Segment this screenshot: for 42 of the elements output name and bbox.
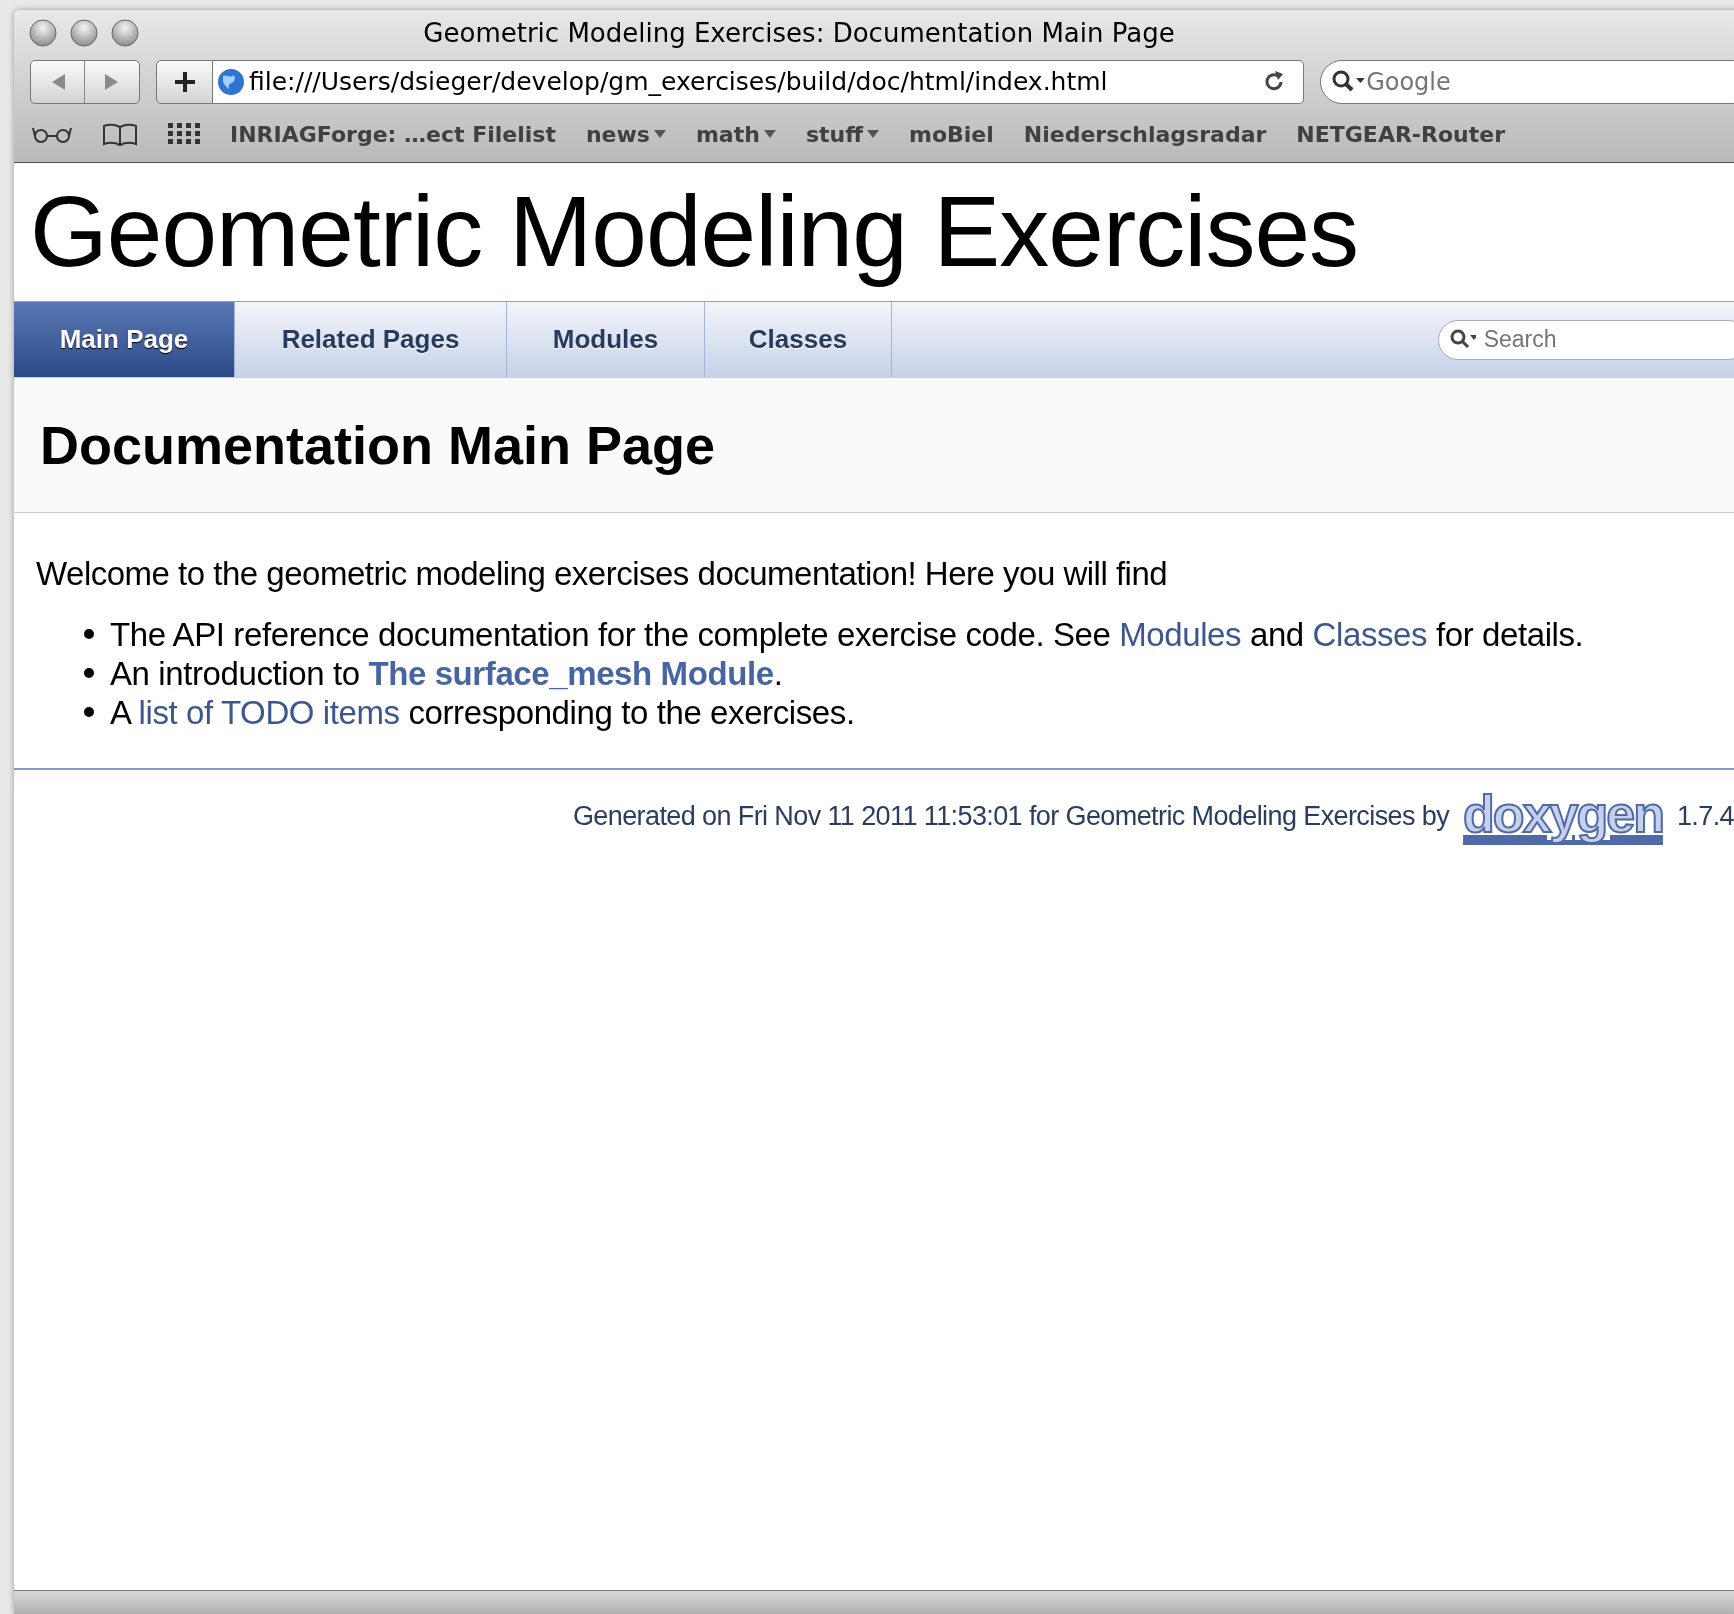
- bookmark-link[interactable]: NETGEAR-Router: [1296, 117, 1505, 151]
- window-controls-drawing[interactable]: [28, 18, 140, 48]
- bullet-icon: [84, 629, 94, 639]
- nav-tab[interactable]: Related Pages: [235, 302, 507, 377]
- footer-text: Generated on Fri Nov 11 2011 11:53:01 for Geometric Modeling Exercises by: [572, 799, 1450, 833]
- list-item: The API reference documentation for the complete exercise code. See Modules and Classes for details.: [110, 614, 1584, 654]
- window-title: Geometric Modeling Exercises: Documentation Main Page: [423, 16, 1175, 50]
- link[interactable]: Classes: [1312, 615, 1428, 653]
- search-input[interactable]: Google: [1364, 63, 1734, 101]
- list-item: An introduction to The surface_mesh Module.: [110, 653, 783, 693]
- intro-text: Welcome to the geometric modeling exercises documentation! Here you will find: [36, 555, 1168, 592]
- project-title: Geometric Modeling Exercises: [30, 175, 1359, 287]
- bullet-icon: [84, 707, 94, 717]
- bookmark-link[interactable]: math: [695, 117, 776, 151]
- caret-icon: [653, 129, 666, 139]
- link[interactable]: The surface_mesh Module: [368, 654, 774, 692]
- bookmark-link[interactable]: stuff: [805, 117, 879, 151]
- link[interactable]: list of TODO items: [138, 693, 400, 731]
- bookmark-link[interactable]: news: [585, 117, 666, 151]
- search-input[interactable]: Search: [1481, 321, 1734, 358]
- nav-tab[interactable]: Modules: [507, 302, 705, 377]
- bookmark-link[interactable]: Niederschlagsradar: [1023, 117, 1267, 151]
- version-text: 1.7.4: [1676, 799, 1734, 833]
- address-field[interactable]: file:///Users/dsieger/develop/gm_exercises/build/doc/html/index.html: [213, 60, 1304, 104]
- caret-icon: [867, 129, 879, 139]
- grid-icon[interactable]: [168, 123, 200, 145]
- plus-icon: [172, 70, 197, 94]
- bookmark-link[interactable]: INRIAGForge: …ect Filelist: [230, 117, 556, 151]
- address-input[interactable]: file:///Users/dsieger/develop/gm_exercises/build/doc/html/index.html: [245, 63, 1261, 101]
- book-icon[interactable]: [102, 122, 138, 146]
- nav-tab[interactable]: Classes: [705, 302, 892, 377]
- caret-icon: [763, 129, 776, 139]
- list-item: A list of TODO items corresponding to the exercises.: [110, 692, 855, 732]
- search-field[interactable]: Search: [1438, 319, 1734, 360]
- add-bookmark-button[interactable]: [156, 60, 213, 104]
- page-heading: Documentation Main Page: [40, 413, 716, 477]
- bullet-icon: [84, 668, 94, 678]
- search-field[interactable]: Google: [1320, 60, 1734, 104]
- globe-icon: [217, 68, 245, 96]
- nav-tab[interactable]: Main Page: [14, 302, 235, 377]
- bookmark-link[interactable]: moBiel: [909, 117, 994, 151]
- link[interactable]: Modules: [1119, 615, 1242, 653]
